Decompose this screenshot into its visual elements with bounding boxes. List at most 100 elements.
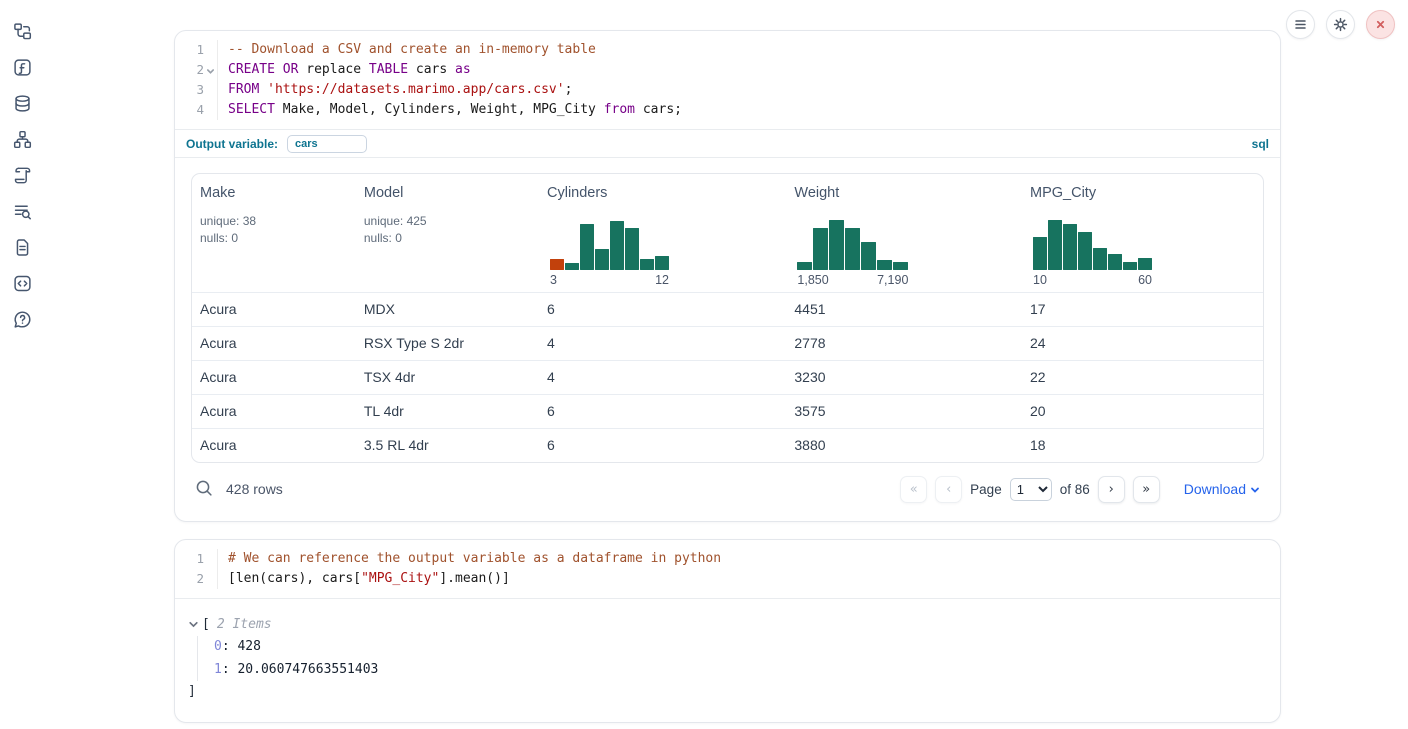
list-item: 1: 20.060747663551403 <box>214 659 1266 682</box>
code-line[interactable]: 1# We can reference the output variable … <box>175 549 1280 569</box>
fold-chevron-icon[interactable] <box>204 60 217 80</box>
table-cell: RSX Type S 2dr <box>356 327 539 360</box>
table-cell: 18 <box>1022 429 1263 462</box>
line-number: 3 <box>175 80 217 100</box>
sql-cell-output: Make unique: 38nulls: 0Modelunique: 425nu… <box>175 157 1280 521</box>
histogram-bar <box>655 256 669 270</box>
column-header-model[interactable]: Modelunique: 425nulls: 0 <box>356 174 539 292</box>
table-cell: 3575 <box>786 395 1022 428</box>
histogram-bar <box>861 242 876 270</box>
histogram-bar <box>845 228 860 270</box>
page-select[interactable]: 1 <box>1010 478 1052 501</box>
logs-search-icon[interactable] <box>13 202 32 221</box>
histogram-max-label: 7,190 <box>877 273 908 287</box>
table-cell: 4451 <box>786 293 1022 326</box>
histogram-bar <box>1078 232 1092 270</box>
last-page-button[interactable]: » <box>1133 476 1160 503</box>
fold-spacer <box>204 80 217 100</box>
code-text: CREATE OR replace TABLE cars as <box>217 60 471 80</box>
table-row[interactable]: AcuraTSX 4dr4323022 <box>192 360 1263 394</box>
scratchpad-scroll-icon[interactable] <box>13 166 32 185</box>
table-cell: 2778 <box>786 327 1022 360</box>
hamburger-menu-icon <box>1293 17 1308 32</box>
column-stats: unique: 425nulls: 0 <box>364 213 531 246</box>
histogram-bar <box>1093 248 1107 270</box>
table-cell: Acura <box>192 395 356 428</box>
settings-button[interactable] <box>1326 10 1355 39</box>
python-code-editor[interactable]: 1# We can reference the output variable … <box>175 540 1280 598</box>
histogram-bar <box>1138 258 1152 270</box>
search-icon[interactable] <box>195 479 215 499</box>
column-histogram[interactable] <box>797 218 908 270</box>
list-open-bracket: [ <box>202 614 210 635</box>
histogram-max-label: 12 <box>655 273 669 287</box>
column-name: MPG_City <box>1030 185 1255 201</box>
column-header-weight[interactable]: Weight 1,850 7,190 <box>786 174 1022 292</box>
histogram-bar <box>595 249 609 270</box>
histogram-min-label: 1,850 <box>797 273 828 287</box>
column-stats: unique: 38nulls: 0 <box>200 213 348 246</box>
table-row[interactable]: Acura3.5 RL 4dr6388018 <box>192 428 1263 462</box>
language-badge: sql <box>1252 137 1269 151</box>
line-number: 1 <box>175 549 217 569</box>
histogram-bar <box>1123 262 1137 270</box>
code-line[interactable]: 1-- Download a CSV and create an in-memo… <box>175 40 1280 60</box>
download-button[interactable]: Download <box>1184 481 1260 497</box>
code-text: [len(cars), cars["MPG_City"].mean()] <box>217 569 510 589</box>
page-total-label: of 86 <box>1060 482 1090 497</box>
table-header-row: Make unique: 38nulls: 0Modelunique: 425nu… <box>192 174 1263 292</box>
item-value: 20.060747663551403 <box>237 662 378 677</box>
next-page-button[interactable]: › <box>1098 476 1125 503</box>
document-icon[interactable] <box>13 238 32 257</box>
line-number: 1 <box>175 40 217 60</box>
collapse-chevron-icon[interactable] <box>188 619 200 631</box>
output-variable-label: Output variable: <box>186 137 278 151</box>
sidebar <box>0 0 44 729</box>
menu-button[interactable] <box>1286 10 1315 39</box>
table-row[interactable]: AcuraRSX Type S 2dr4277824 <box>192 326 1263 360</box>
function-variables-icon[interactable] <box>13 58 32 77</box>
help-icon[interactable] <box>13 310 32 329</box>
code-line[interactable]: 2[len(cars), cars["MPG_City"].mean()] <box>175 569 1280 589</box>
histogram-range-labels: 312 <box>550 273 669 287</box>
column-name: Weight <box>794 185 1014 201</box>
table-footer: 428 rows « ‹ Page 1 of 86 › » Download <box>191 474 1264 504</box>
code-line[interactable]: 2CREATE OR replace TABLE cars as <box>175 60 1280 80</box>
download-label: Download <box>1184 481 1246 497</box>
histogram-bar <box>893 262 908 270</box>
close-icon <box>1373 17 1388 32</box>
histogram-max-label: 60 <box>1138 273 1152 287</box>
code-line[interactable]: 3FROM 'https://datasets.marimo.app/cars.… <box>175 80 1280 100</box>
histogram-range-labels: 1060 <box>1033 273 1152 287</box>
table-cell: Acura <box>192 361 356 394</box>
fold-spacer <box>204 549 217 569</box>
dependency-graph-icon[interactable] <box>13 130 32 149</box>
histogram-bar <box>565 263 579 270</box>
column-name: Make <box>200 185 348 201</box>
column-histogram[interactable] <box>1033 218 1152 270</box>
code-text: FROM 'https://datasets.marimo.app/cars.c… <box>217 80 572 100</box>
histogram-bar <box>640 259 654 270</box>
code-snippets-icon[interactable] <box>13 274 32 293</box>
table-row[interactable]: AcuraTL 4dr6357520 <box>192 394 1263 428</box>
file-tree-icon[interactable] <box>13 22 32 41</box>
first-page-button[interactable]: « <box>900 476 927 503</box>
prev-page-button[interactable]: ‹ <box>935 476 962 503</box>
sql-code-editor[interactable]: 1-- Download a CSV and create an in-memo… <box>175 31 1280 129</box>
code-line[interactable]: 4SELECT Make, Model, Cylinders, Weight, … <box>175 100 1280 120</box>
output-variable-input[interactable] <box>287 135 367 153</box>
histogram-bar <box>813 228 828 270</box>
item-index: 0 <box>214 639 222 654</box>
fold-spacer <box>204 40 217 60</box>
histogram-bar <box>610 221 624 270</box>
column-header-mpg_city[interactable]: MPG_City 1060 <box>1022 174 1263 292</box>
python-cell-output: [ 2 Items 0: 4281: 20.060747663551403 ] <box>175 598 1280 722</box>
column-histogram[interactable] <box>550 218 669 270</box>
column-header-cylinders[interactable]: Cylinders312 <box>539 174 786 292</box>
shutdown-button[interactable] <box>1366 10 1395 39</box>
database-icon[interactable] <box>13 94 32 113</box>
histogram-bar <box>1108 254 1122 270</box>
histogram-bar <box>580 224 594 270</box>
column-header-make[interactable]: Make unique: 38nulls: 0 <box>192 174 356 292</box>
table-row[interactable]: AcuraMDX6445117 <box>192 292 1263 326</box>
